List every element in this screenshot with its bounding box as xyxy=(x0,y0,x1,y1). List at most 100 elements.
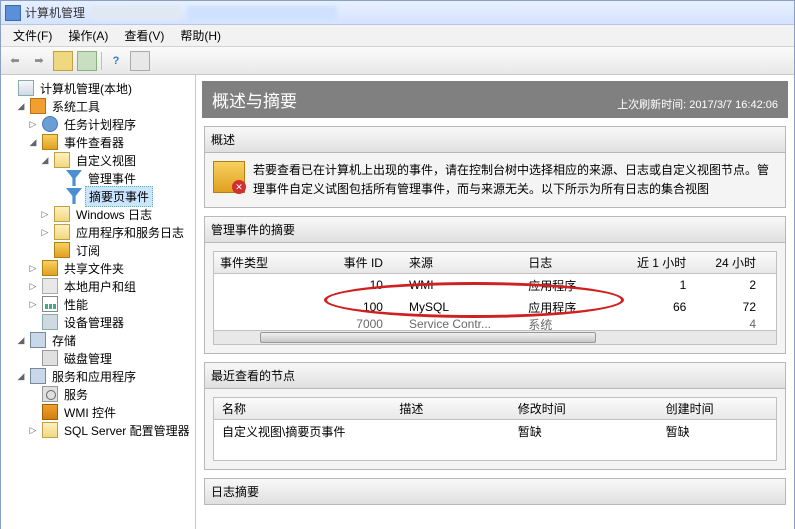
table-row[interactable]: 7000 Service Contr... 系统 4 xyxy=(214,318,776,330)
recent-section: 最近查看的节点 名称 描述 修改时间 创建时间 自定义视图\摘要页事件 暂缺 暂… xyxy=(204,362,786,470)
expand-icon[interactable]: ▷ xyxy=(27,425,39,436)
toolbar: ⬅ ➡ ? xyxy=(1,47,794,75)
table-row[interactable]: 100 MySQL 应用程序 66 72 xyxy=(214,296,776,318)
overview-section: 概述 若要查看已在计算机上出现的事件，请在控制台树中选择相应的来源、日志或自定义… xyxy=(204,126,786,208)
menu-action[interactable]: 操作(A) xyxy=(60,24,116,47)
page-title: 概述与摘要 xyxy=(212,87,297,112)
console-tree[interactable]: ▸计算机管理(本地) ◢系统工具 ▷任务计划程序 ◢事件查看器 ◢自定义视图 ▸… xyxy=(1,75,196,529)
recent-grid[interactable]: 名称 描述 修改时间 创建时间 自定义视图\摘要页事件 暂缺 暂缺 xyxy=(213,397,777,461)
blurred-region xyxy=(187,6,337,20)
horizontal-scrollbar[interactable] xyxy=(214,330,776,344)
tree-device-manager[interactable]: 设备管理器 xyxy=(61,313,127,332)
tree-event-viewer[interactable]: 事件查看器 xyxy=(61,133,127,152)
folder-icon xyxy=(54,224,70,240)
shared-folders-icon xyxy=(42,260,58,276)
back-button[interactable]: ⬅ xyxy=(5,51,25,71)
col-source[interactable]: 来源 xyxy=(403,254,522,271)
refresh-timestamp: 上次刷新时间: 2017/3/7 16:42:06 xyxy=(617,96,778,112)
menu-help[interactable]: 帮助(H) xyxy=(172,24,229,47)
users-icon xyxy=(42,278,58,294)
subscription-icon xyxy=(54,242,70,258)
tree-shared-folders[interactable]: 共享文件夹 xyxy=(61,259,127,278)
tree-scheduler[interactable]: 任务计划程序 xyxy=(61,115,139,134)
expand-icon[interactable]: ◢ xyxy=(15,335,27,346)
tree-local-users[interactable]: 本地用户和组 xyxy=(61,277,139,296)
table-row[interactable]: 10 WMI 应用程序 1 2 xyxy=(214,274,776,296)
bottom-section: 日志摘要 xyxy=(204,478,786,505)
storage-icon xyxy=(30,332,46,348)
menu-bar: 文件(F) 操作(A) 查看(V) 帮助(H) xyxy=(1,25,794,47)
expand-icon[interactable]: ▷ xyxy=(27,119,39,130)
col-name[interactable]: 名称 xyxy=(214,400,391,417)
folder-icon xyxy=(54,152,70,168)
folder-icon xyxy=(54,206,70,222)
section-header: 概述 xyxy=(205,127,785,153)
col-event-id[interactable]: 事件 ID xyxy=(323,254,403,271)
tree-custom-views[interactable]: 自定义视图 xyxy=(73,151,139,170)
blurred-region xyxy=(91,6,181,20)
expand-icon[interactable]: ▷ xyxy=(39,209,51,220)
toolbar-button[interactable] xyxy=(130,51,150,71)
services-apps-icon xyxy=(30,368,46,384)
services-icon xyxy=(42,386,58,402)
tools-icon xyxy=(30,98,46,114)
filter-icon xyxy=(66,170,82,186)
performance-icon xyxy=(42,296,58,312)
sql-icon xyxy=(42,422,58,438)
expand-icon[interactable]: ▷ xyxy=(27,299,39,310)
window-titlebar: 计算机管理 xyxy=(1,1,794,25)
col-1hr[interactable]: 近 1 小时 xyxy=(622,254,707,271)
tree-sql-server[interactable]: SQL Server 配置管理器 xyxy=(61,421,193,440)
expand-icon[interactable]: ◢ xyxy=(27,137,39,148)
content-header: 概述与摘要 上次刷新时间: 2017/3/7 16:42:06 xyxy=(202,81,788,118)
section-header: 日志摘要 xyxy=(205,479,785,504)
tree-performance[interactable]: 性能 xyxy=(61,295,91,314)
tree-services[interactable]: 服务 xyxy=(61,385,91,404)
table-row[interactable]: 自定义视图\摘要页事件 暂缺 暂缺 xyxy=(214,420,776,442)
toolbar-button[interactable] xyxy=(53,51,73,71)
tree-storage[interactable]: 存储 xyxy=(49,331,79,350)
scheduler-icon xyxy=(42,116,58,132)
expand-icon[interactable]: ◢ xyxy=(39,155,51,166)
expand-icon[interactable]: ◢ xyxy=(15,101,27,112)
app-icon xyxy=(5,5,21,21)
expand-icon[interactable]: ▷ xyxy=(27,281,39,292)
tree-subscriptions[interactable]: 订阅 xyxy=(73,241,103,260)
tree-services-apps[interactable]: 服务和应用程序 xyxy=(49,367,139,386)
tree-wmi[interactable]: WMI 控件 xyxy=(61,403,119,422)
tree-app-service-logs[interactable]: 应用程序和服务日志 xyxy=(73,223,187,242)
disk-mgmt-icon xyxy=(42,350,58,366)
expand-icon[interactable]: ▷ xyxy=(27,263,39,274)
device-manager-icon xyxy=(42,314,58,330)
col-log[interactable]: 日志 xyxy=(522,254,621,271)
tree-root[interactable]: 计算机管理(本地) xyxy=(37,79,135,98)
computer-icon xyxy=(18,80,34,96)
section-header: 管理事件的摘要 xyxy=(205,217,785,243)
content-pane: 概述与摘要 上次刷新时间: 2017/3/7 16:42:06 概述 若要查看已… xyxy=(196,75,794,529)
wmi-icon xyxy=(42,404,58,420)
toolbar-button[interactable] xyxy=(77,51,97,71)
col-created[interactable]: 创建时间 xyxy=(658,400,776,417)
tree-system-tools[interactable]: 系统工具 xyxy=(49,97,103,116)
window-title: 计算机管理 xyxy=(25,4,85,21)
tree-windows-logs[interactable]: Windows 日志 xyxy=(73,205,155,224)
tree-summary-events[interactable]: 摘要页事件 xyxy=(85,186,153,207)
filter-icon xyxy=(66,188,82,204)
forward-button[interactable]: ➡ xyxy=(29,51,49,71)
col-modified[interactable]: 修改时间 xyxy=(510,400,658,417)
event-viewer-icon xyxy=(42,134,58,150)
col-desc[interactable]: 描述 xyxy=(391,400,509,417)
col-event-type[interactable]: 事件类型 xyxy=(214,254,323,271)
menu-view[interactable]: 查看(V) xyxy=(116,24,172,47)
expand-icon[interactable]: ◢ xyxy=(15,371,27,382)
overview-text: 若要查看已在计算机上出现的事件，请在控制台树中选择相应的来源、日志或自定义视图节… xyxy=(253,161,777,199)
col-24hr[interactable]: 24 小时 xyxy=(706,254,776,271)
tree-disk-mgmt[interactable]: 磁盘管理 xyxy=(61,349,115,368)
event-viewer-large-icon xyxy=(213,161,245,193)
menu-file[interactable]: 文件(F) xyxy=(5,24,60,47)
summary-section: 管理事件的摘要 http://blog.csdn.net/wangzhe_csd… xyxy=(204,216,786,354)
summary-grid[interactable]: 事件类型 事件 ID 来源 日志 近 1 小时 24 小时 10 WMI 应用程… xyxy=(213,251,777,345)
expand-icon[interactable]: ▷ xyxy=(39,227,51,238)
section-header: 最近查看的节点 xyxy=(205,363,785,389)
help-button[interactable]: ? xyxy=(106,51,126,71)
